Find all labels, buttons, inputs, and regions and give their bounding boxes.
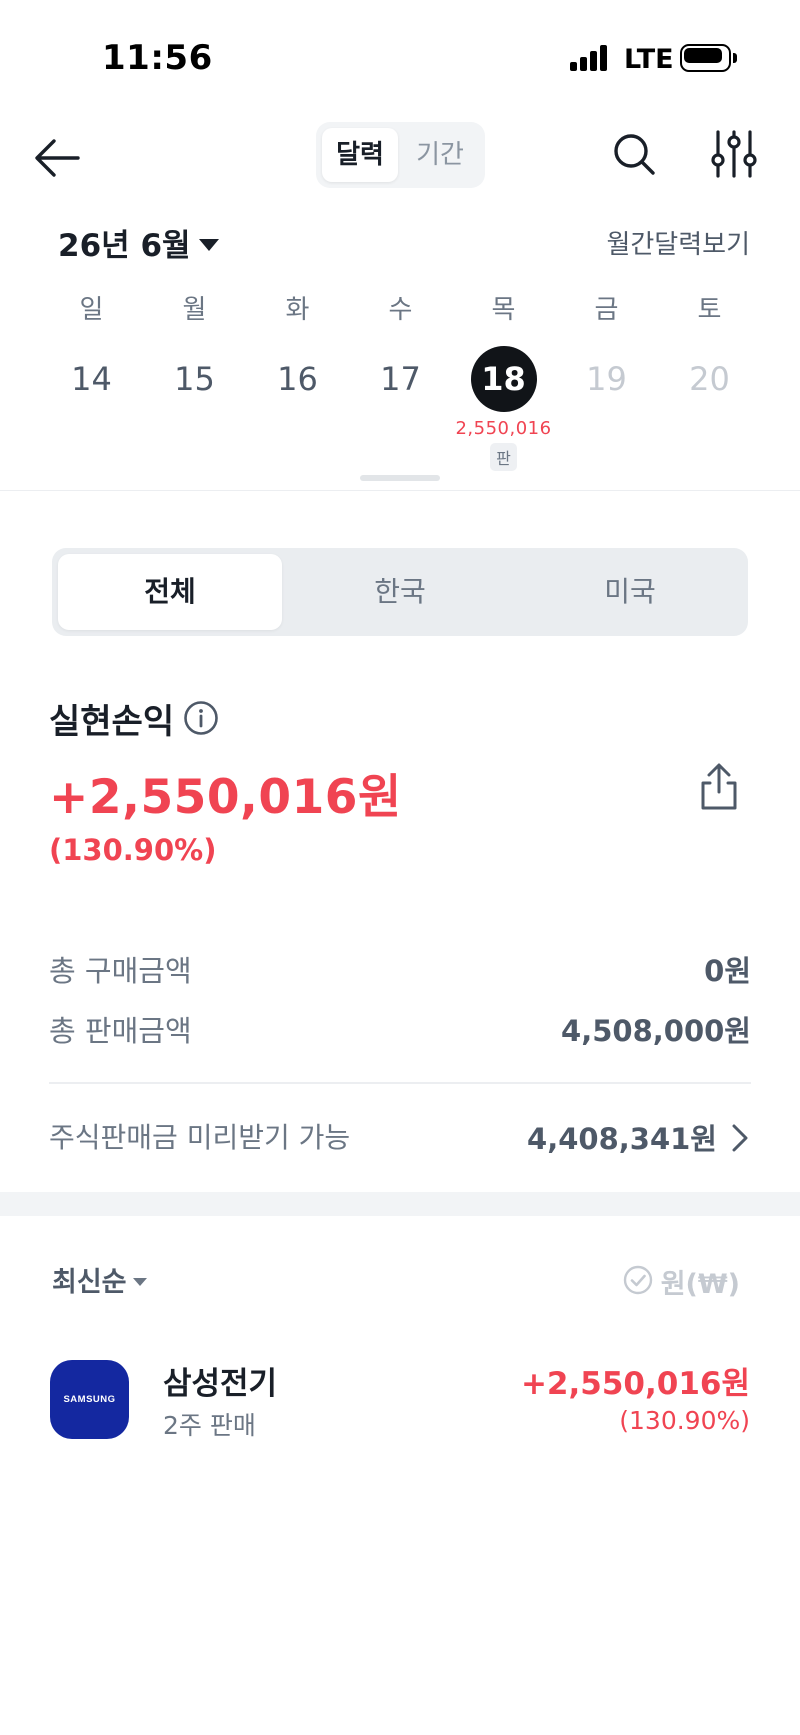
list-item[interactable]: SAMSUNG 삼성전기 2주 판매 +2,550,016원 (130.90%) — [50, 1358, 750, 1440]
caret-down-icon — [132, 1277, 147, 1286]
realized-pnl-title: 실현손익 — [49, 702, 175, 742]
day-pnl-amount: 2,550,016 — [455, 418, 552, 439]
top-nav: 달력 기간 — [0, 110, 800, 206]
tab-period[interactable]: 기간 — [402, 128, 478, 182]
status-bar: 11:56 LTE — [0, 0, 800, 110]
total-purchase-row: 총 구매금액 0원 — [49, 948, 751, 992]
weekday-label: 일 — [79, 295, 104, 325]
weekday-label: 수 — [388, 295, 413, 325]
weekday-label: 화 — [285, 295, 310, 325]
date-cell-selected[interactable]: 18 — [470, 346, 537, 412]
weekday-label: 목 — [491, 295, 516, 325]
tab-calendar[interactable]: 달력 — [322, 128, 398, 182]
day-column: 일 14 — [40, 290, 143, 412]
battery-icon — [680, 44, 737, 72]
view-mode-segmented-control: 달력 기간 — [316, 122, 485, 188]
total-sales-row: 총 판매금액 4,508,000원 — [49, 1008, 751, 1052]
prepay-value: 4,408,341원 — [527, 1122, 717, 1156]
sort-label: 최신순 — [52, 1267, 127, 1298]
day-column: 토 20 — [658, 290, 761, 412]
divider — [49, 1082, 751, 1084]
total-sales-value: 4,508,000원 — [561, 1014, 751, 1048]
samsung-logo: SAMSUNG — [50, 1360, 129, 1439]
network-label: LTE — [624, 44, 674, 75]
weekday-label: 토 — [697, 295, 722, 325]
date-cell-future: 20 — [689, 360, 730, 398]
day-column: 화 16 — [246, 290, 349, 412]
divider — [0, 490, 800, 491]
share-icon — [701, 763, 737, 810]
search-icon — [614, 134, 655, 175]
month-header: 26년 6월 월간달력보기 — [0, 210, 800, 270]
stock-name: 삼성전기 — [163, 1366, 278, 1402]
share-button[interactable] — [698, 762, 740, 812]
month-selector[interactable]: 26년 6월 — [58, 220, 219, 265]
total-sales-label: 총 판매금액 — [49, 1014, 192, 1048]
day-column: 월 15 — [143, 290, 246, 412]
sort-dropdown[interactable]: 최신순 — [52, 1260, 147, 1299]
section-divider — [0, 1192, 800, 1216]
stock-trade-info: 2주 판매 — [163, 1411, 256, 1440]
check-circle-icon — [623, 1265, 652, 1295]
prepay-row[interactable]: 주식판매금 미리받기 가능 4,408,341원 — [49, 1116, 751, 1160]
prepay-label: 주식판매금 미리받기 가능 — [49, 1121, 351, 1154]
month-label: 26년 6월 — [58, 228, 191, 264]
sell-badge: 판 — [490, 443, 517, 471]
date-cell-future: 19 — [586, 360, 627, 398]
day-column-selected: 목 18 2,550,016 판 — [452, 290, 555, 471]
info-icon — [184, 701, 218, 735]
monthly-calendar-link[interactable]: 월간달력보기 — [606, 224, 750, 261]
caret-down-icon — [198, 238, 219, 251]
date-cell[interactable]: 17 — [368, 346, 434, 412]
market-segmented-control: 전체 한국 미국 — [52, 548, 748, 636]
realized-pnl-rate: (130.90%) — [49, 833, 217, 867]
back-button[interactable] — [30, 130, 86, 186]
date-cell[interactable]: 15 — [162, 346, 228, 412]
date-cell[interactable]: 14 — [59, 346, 125, 412]
weekday-label: 월 — [182, 295, 207, 325]
week-strip: 일 14 월 15 화 16 수 17 목 18 2,550,016 판 금 1… — [40, 290, 761, 471]
tab-korea[interactable]: 한국 — [288, 554, 512, 630]
tab-usa[interactable]: 미국 — [518, 554, 742, 630]
stock-pnl-amount: +2,550,016원 — [520, 1366, 750, 1402]
status-time: 11:56 — [102, 38, 213, 78]
chevron-right-icon — [732, 1124, 748, 1152]
total-purchase-value: 0원 — [704, 954, 751, 988]
back-arrow-icon — [35, 139, 80, 177]
day-column: 금 19 — [555, 290, 658, 412]
tab-all[interactable]: 전체 — [58, 554, 282, 630]
signal-icon — [570, 45, 610, 71]
weekday-label: 금 — [594, 295, 619, 325]
realized-pnl-amount: +2,550,016원 — [49, 770, 402, 825]
info-button[interactable] — [183, 700, 219, 736]
filter-sliders-icon — [711, 130, 757, 178]
stock-pnl-rate: (130.90%) — [619, 1406, 750, 1435]
date-cell[interactable]: 16 — [265, 346, 331, 412]
drag-handle[interactable] — [360, 475, 440, 481]
day-column: 수 17 — [349, 290, 452, 412]
search-button[interactable] — [612, 132, 656, 176]
total-purchase-label: 총 구매금액 — [49, 954, 192, 988]
currency-toggle[interactable]: 원(₩) — [623, 1262, 740, 1300]
filter-button[interactable] — [710, 128, 758, 180]
